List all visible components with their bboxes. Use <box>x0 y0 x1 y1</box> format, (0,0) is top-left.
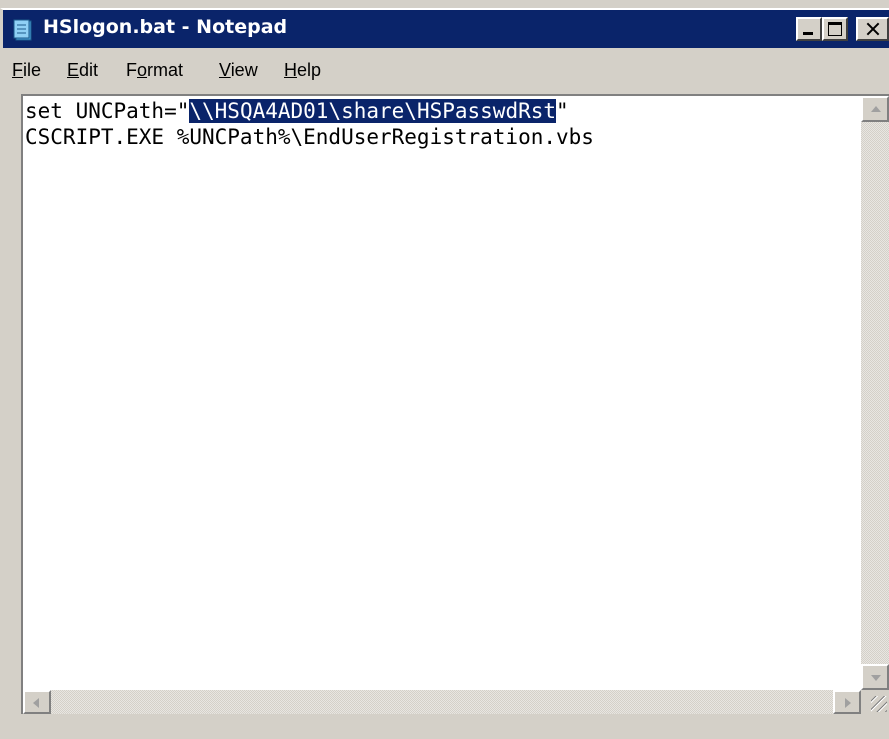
close-button[interactable] <box>856 17 889 41</box>
menu-help-accel: H <box>284 60 297 80</box>
resize-grip-icon[interactable] <box>861 690 889 714</box>
menu-format-label: rmat <box>147 60 184 80</box>
vertical-scrollbar[interactable] <box>861 96 889 690</box>
window-title: HSlogon.bat - Notepad <box>43 16 288 38</box>
scroll-down-button[interactable] <box>861 664 889 690</box>
menu-help-label: elp <box>297 60 322 80</box>
document-text[interactable]: set UNCPath="\\HSQA4AD01\share\HSPasswdR… <box>25 98 594 150</box>
minimize-button[interactable] <box>796 17 822 41</box>
scroll-up-button[interactable] <box>861 96 889 122</box>
menu-file-accel: F <box>12 60 23 80</box>
notepad-icon <box>13 19 32 41</box>
notepad-window: HSlogon.bat - Notepad File Edit Format V… <box>0 8 889 739</box>
menu-file[interactable]: File <box>12 60 41 81</box>
menu-file-label: ile <box>23 60 42 80</box>
menu-bar: File Edit Format View Help <box>3 52 889 86</box>
menu-format[interactable]: Format <box>126 60 183 81</box>
title-bar[interactable]: HSlogon.bat - Notepad <box>3 10 889 48</box>
menu-edit[interactable]: Edit <box>67 60 98 81</box>
menu-view[interactable]: View <box>219 60 258 81</box>
menu-view-accel: V <box>219 60 231 80</box>
menu-view-label: iew <box>230 60 258 80</box>
menu-format-accel: o <box>137 60 148 80</box>
arrow-down-icon <box>871 675 881 681</box>
line1-prefix: set UNCPath=" <box>25 99 190 123</box>
scroll-left-button[interactable] <box>23 690 51 714</box>
arrow-up-icon <box>871 106 881 112</box>
menu-format-pre: F <box>126 60 137 80</box>
scroll-right-button[interactable] <box>833 690 861 714</box>
menu-help[interactable]: Help <box>284 60 321 81</box>
line1-suffix: " <box>556 99 569 123</box>
menu-edit-accel: E <box>67 60 80 80</box>
line2-text: CSCRIPT.EXE %UNCPath%\EndUserRegistratio… <box>25 125 594 149</box>
maximize-button[interactable] <box>822 17 848 41</box>
text-editor[interactable]: set UNCPath="\\HSQA4AD01\share\HSPasswdR… <box>21 94 889 714</box>
menu-edit-label: dit <box>79 60 99 80</box>
horizontal-scrollbar[interactable] <box>23 690 861 714</box>
selected-text[interactable]: \\HSQA4AD01\share\HSPasswdRst <box>189 99 557 123</box>
arrow-right-icon <box>845 698 851 708</box>
arrow-left-icon <box>33 698 39 708</box>
